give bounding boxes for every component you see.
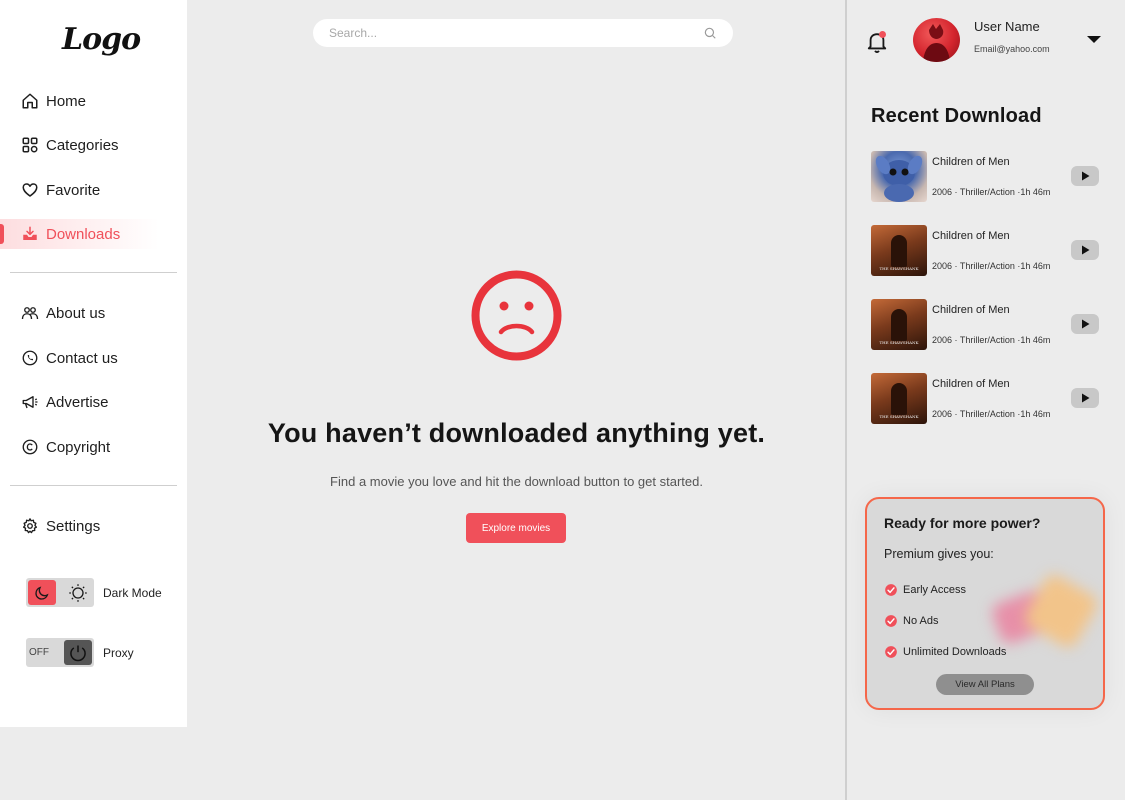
sidebar-item-label: Downloads	[46, 225, 121, 243]
premium-perk: No Ads	[884, 614, 938, 628]
notification-dot	[879, 31, 886, 38]
play-icon	[1081, 245, 1089, 255]
heart-icon	[21, 181, 39, 199]
list-item[interactable]: THE SHAWSHANK Children of Men 2006 · Thr…	[871, 225, 1101, 277]
sidebar: Logo Home Categories Favorite Downloads …	[0, 0, 187, 727]
search-icon[interactable]	[703, 26, 717, 40]
download-icon	[21, 225, 39, 243]
premium-title: Ready for more power?	[884, 515, 1041, 531]
dark-mode-label: Dark Mode	[103, 586, 162, 600]
list-item[interactable]: THE SHAWSHANK Children of Men 2006 · Thr…	[871, 373, 1101, 425]
sidebar-item-settings[interactable]: Settings	[0, 511, 187, 541]
copyright-icon	[21, 438, 39, 456]
check-badge-icon	[884, 614, 898, 628]
play-button[interactable]	[1071, 240, 1099, 260]
proxy-toggle[interactable]: OFF	[26, 638, 94, 667]
explore-movies-button[interactable]: Explore movies	[466, 513, 566, 543]
poster-caption: THE SHAWSHANK	[879, 414, 919, 419]
user-name: User Name	[974, 19, 1040, 34]
avatar[interactable]	[913, 18, 960, 62]
sidebar-item-favorite[interactable]: Favorite	[0, 175, 187, 205]
premium-subtitle: Premium gives you:	[884, 547, 994, 561]
movie-title: Children of Men	[932, 378, 1010, 390]
sidebar-item-label: About us	[46, 304, 106, 322]
sidebar-item-label: Favorite	[46, 181, 101, 199]
home-icon	[21, 92, 39, 110]
moon-icon	[28, 580, 56, 605]
poster-caption: THE SHAWSHANK	[879, 340, 919, 345]
list-item[interactable]: THE SHAWSHANK Children of Men 2006 · Thr…	[871, 299, 1101, 351]
logo[interactable]: Logo	[62, 22, 141, 57]
movie-title: Children of Men	[932, 230, 1010, 242]
sun-icon	[64, 580, 92, 605]
sidebar-item-about-us[interactable]: About us	[0, 298, 187, 328]
recent-download-title: Recent Download	[871, 105, 1042, 127]
sidebar-item-label: Copyright	[46, 438, 111, 456]
play-icon	[1081, 171, 1089, 181]
sidebar-item-advertise[interactable]: Advertise	[0, 387, 187, 417]
play-button[interactable]	[1071, 166, 1099, 186]
proxy-label: Proxy	[103, 646, 134, 660]
user-email: Email@yahoo.com	[974, 44, 1050, 54]
premium-card: Ready for more power? Premium gives you:…	[865, 497, 1105, 710]
movie-meta: 2006 · Thriller/Action ·1h 46m	[932, 335, 1051, 345]
chevron-down-icon[interactable]	[1087, 36, 1101, 43]
phone-icon	[21, 349, 39, 367]
sidebar-divider	[10, 485, 177, 486]
poster-caption: THE SHAWSHANK	[879, 266, 919, 271]
play-button[interactable]	[1071, 388, 1099, 408]
sidebar-item-categories[interactable]: Categories	[0, 130, 187, 160]
premium-decoration	[987, 571, 1101, 651]
movie-meta: 2006 · Thriller/Action ·1h 46m	[932, 261, 1051, 271]
movie-poster	[871, 151, 927, 202]
premium-perk-label: Early Access	[903, 584, 966, 596]
sidebar-item-contact-us[interactable]: Contact us	[0, 343, 187, 373]
sidebar-divider	[10, 272, 177, 273]
sidebar-item-copyright[interactable]: Copyright	[0, 432, 187, 462]
movie-meta: 2006 · Thriller/Action ·1h 46m	[932, 187, 1051, 197]
user-avatar-figure-icon	[923, 24, 950, 62]
premium-perk: Early Access	[884, 583, 966, 597]
poster-figure	[891, 383, 907, 415]
movie-title: Children of Men	[932, 156, 1010, 168]
premium-perk: Unlimited Downloads	[884, 645, 1006, 659]
megaphone-icon	[21, 393, 39, 411]
premium-perk-label: Unlimited Downloads	[903, 646, 1007, 658]
check-badge-icon	[884, 583, 898, 597]
movie-meta: 2006 · Thriller/Action ·1h 46m	[932, 409, 1051, 419]
movie-poster: THE SHAWSHANK	[871, 299, 927, 350]
people-icon	[21, 304, 39, 322]
sidebar-item-downloads[interactable]: Downloads	[0, 219, 187, 249]
sidebar-item-label: Settings	[46, 517, 101, 535]
check-badge-icon	[884, 645, 898, 659]
power-icon	[64, 640, 92, 665]
sidebar-item-label: Categories	[46, 136, 119, 154]
search-input[interactable]	[329, 26, 703, 40]
list-item[interactable]: Children of Men 2006 · Thriller/Action ·…	[871, 151, 1101, 203]
gear-icon	[21, 517, 39, 535]
search-bar	[313, 19, 733, 47]
sidebar-item-label: Home	[46, 92, 87, 110]
empty-state-title: You haven’t downloaded anything yet.	[267, 418, 766, 448]
poster-figure	[891, 235, 907, 267]
sad-face-icon	[471, 270, 562, 361]
play-button[interactable]	[1071, 314, 1099, 334]
movie-title: Children of Men	[932, 304, 1010, 316]
sidebar-item-home[interactable]: Home	[0, 86, 187, 116]
premium-perk-label: No Ads	[903, 615, 939, 627]
character-poster-icon	[875, 155, 923, 202]
play-icon	[1081, 393, 1089, 403]
sidebar-item-label: Contact us	[46, 349, 118, 367]
poster-figure	[891, 309, 907, 341]
right-panel-divider	[845, 0, 847, 800]
proxy-state: OFF	[29, 647, 49, 658]
view-all-plans-button[interactable]: View All Plans	[936, 674, 1034, 695]
sidebar-item-label: Advertise	[46, 393, 109, 411]
movie-poster: THE SHAWSHANK	[871, 373, 927, 424]
grid-icon	[21, 136, 39, 154]
play-icon	[1081, 319, 1089, 329]
movie-poster: THE SHAWSHANK	[871, 225, 927, 276]
empty-state-subtitle: Find a movie you love and hit the downlo…	[330, 474, 703, 489]
dark-mode-toggle[interactable]	[26, 578, 94, 607]
